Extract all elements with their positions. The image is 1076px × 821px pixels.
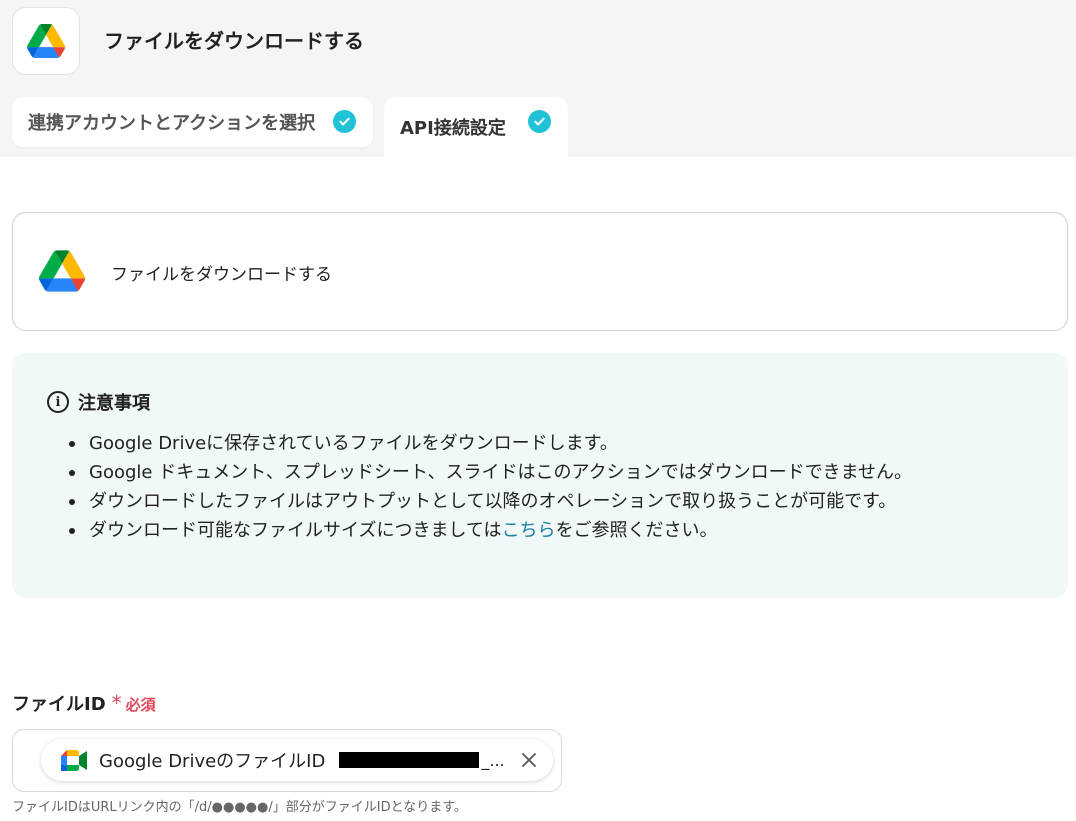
google-meet-icon (61, 749, 87, 771)
required-asterisk: * (111, 691, 122, 715)
notice-title: 注意事項 (78, 393, 150, 414)
file-id-label: ファイルID * 必須 (12, 690, 156, 716)
check-icon (528, 110, 551, 133)
page-title: ファイルをダウンロードする (104, 29, 364, 53)
header-area: ファイルをダウンロードする 連携アカウントとアクションを選択 API接続設定 (0, 0, 1076, 157)
redacted-value (339, 752, 480, 768)
tab-label: 連携アカウントとアクションを選択 (28, 113, 316, 134)
notice-header: i 注意事項 (47, 389, 150, 415)
tab-account-action[interactable]: 連携アカウントとアクションを選択 (12, 97, 373, 147)
variable-chip[interactable]: Google DriveのファイルID _... (41, 739, 553, 781)
tab-label: API接続設定 (400, 118, 506, 139)
check-icon (333, 110, 356, 133)
google-drive-app-icon (12, 7, 80, 75)
notice-list: Google Driveに保存されているファイルをダウンロードします。 Goog… (69, 429, 912, 545)
action-card: ファイルをダウンロードする (12, 212, 1068, 331)
close-icon[interactable] (517, 748, 541, 772)
tab-api-settings[interactable]: API接続設定 (384, 97, 568, 157)
file-id-field[interactable]: Google DriveのファイルID _... (12, 729, 562, 792)
notice-item: Google ドキュメント、スプレッドシート、スライドはこのアクションではダウン… (69, 458, 912, 487)
notice-text: ダウンロード可能なファイルサイズにつきましては (89, 520, 502, 541)
field-help-text: ファイルIDはURLリンク内の「/d/●●●●●/」部分がファイルIDとなります… (12, 800, 467, 815)
action-title: ファイルをダウンロードする (111, 265, 332, 285)
field-label-text: ファイルID (12, 694, 106, 715)
chip-suffix: _... (481, 750, 505, 770)
notice-item: ダウンロードしたファイルはアウトプットとして以降のオペレーションで取り扱うことが… (69, 487, 912, 516)
chip-label: Google DriveのファイルID (99, 751, 326, 772)
notice-item: ダウンロード可能なファイルサイズにつきましてはこちらをご参照ください。 (69, 516, 912, 545)
file-size-link[interactable]: こちら (502, 520, 556, 541)
google-drive-icon (27, 24, 65, 58)
info-icon: i (47, 391, 69, 413)
notice-item: Google Driveに保存されているファイルをダウンロードします。 (69, 429, 912, 458)
notice-text: をご参照ください。 (555, 520, 718, 541)
notice-panel: i 注意事項 Google Driveに保存されているファイルをダウンロードしま… (12, 353, 1068, 598)
google-drive-icon (39, 250, 85, 292)
required-badge: 必須 (125, 696, 156, 714)
